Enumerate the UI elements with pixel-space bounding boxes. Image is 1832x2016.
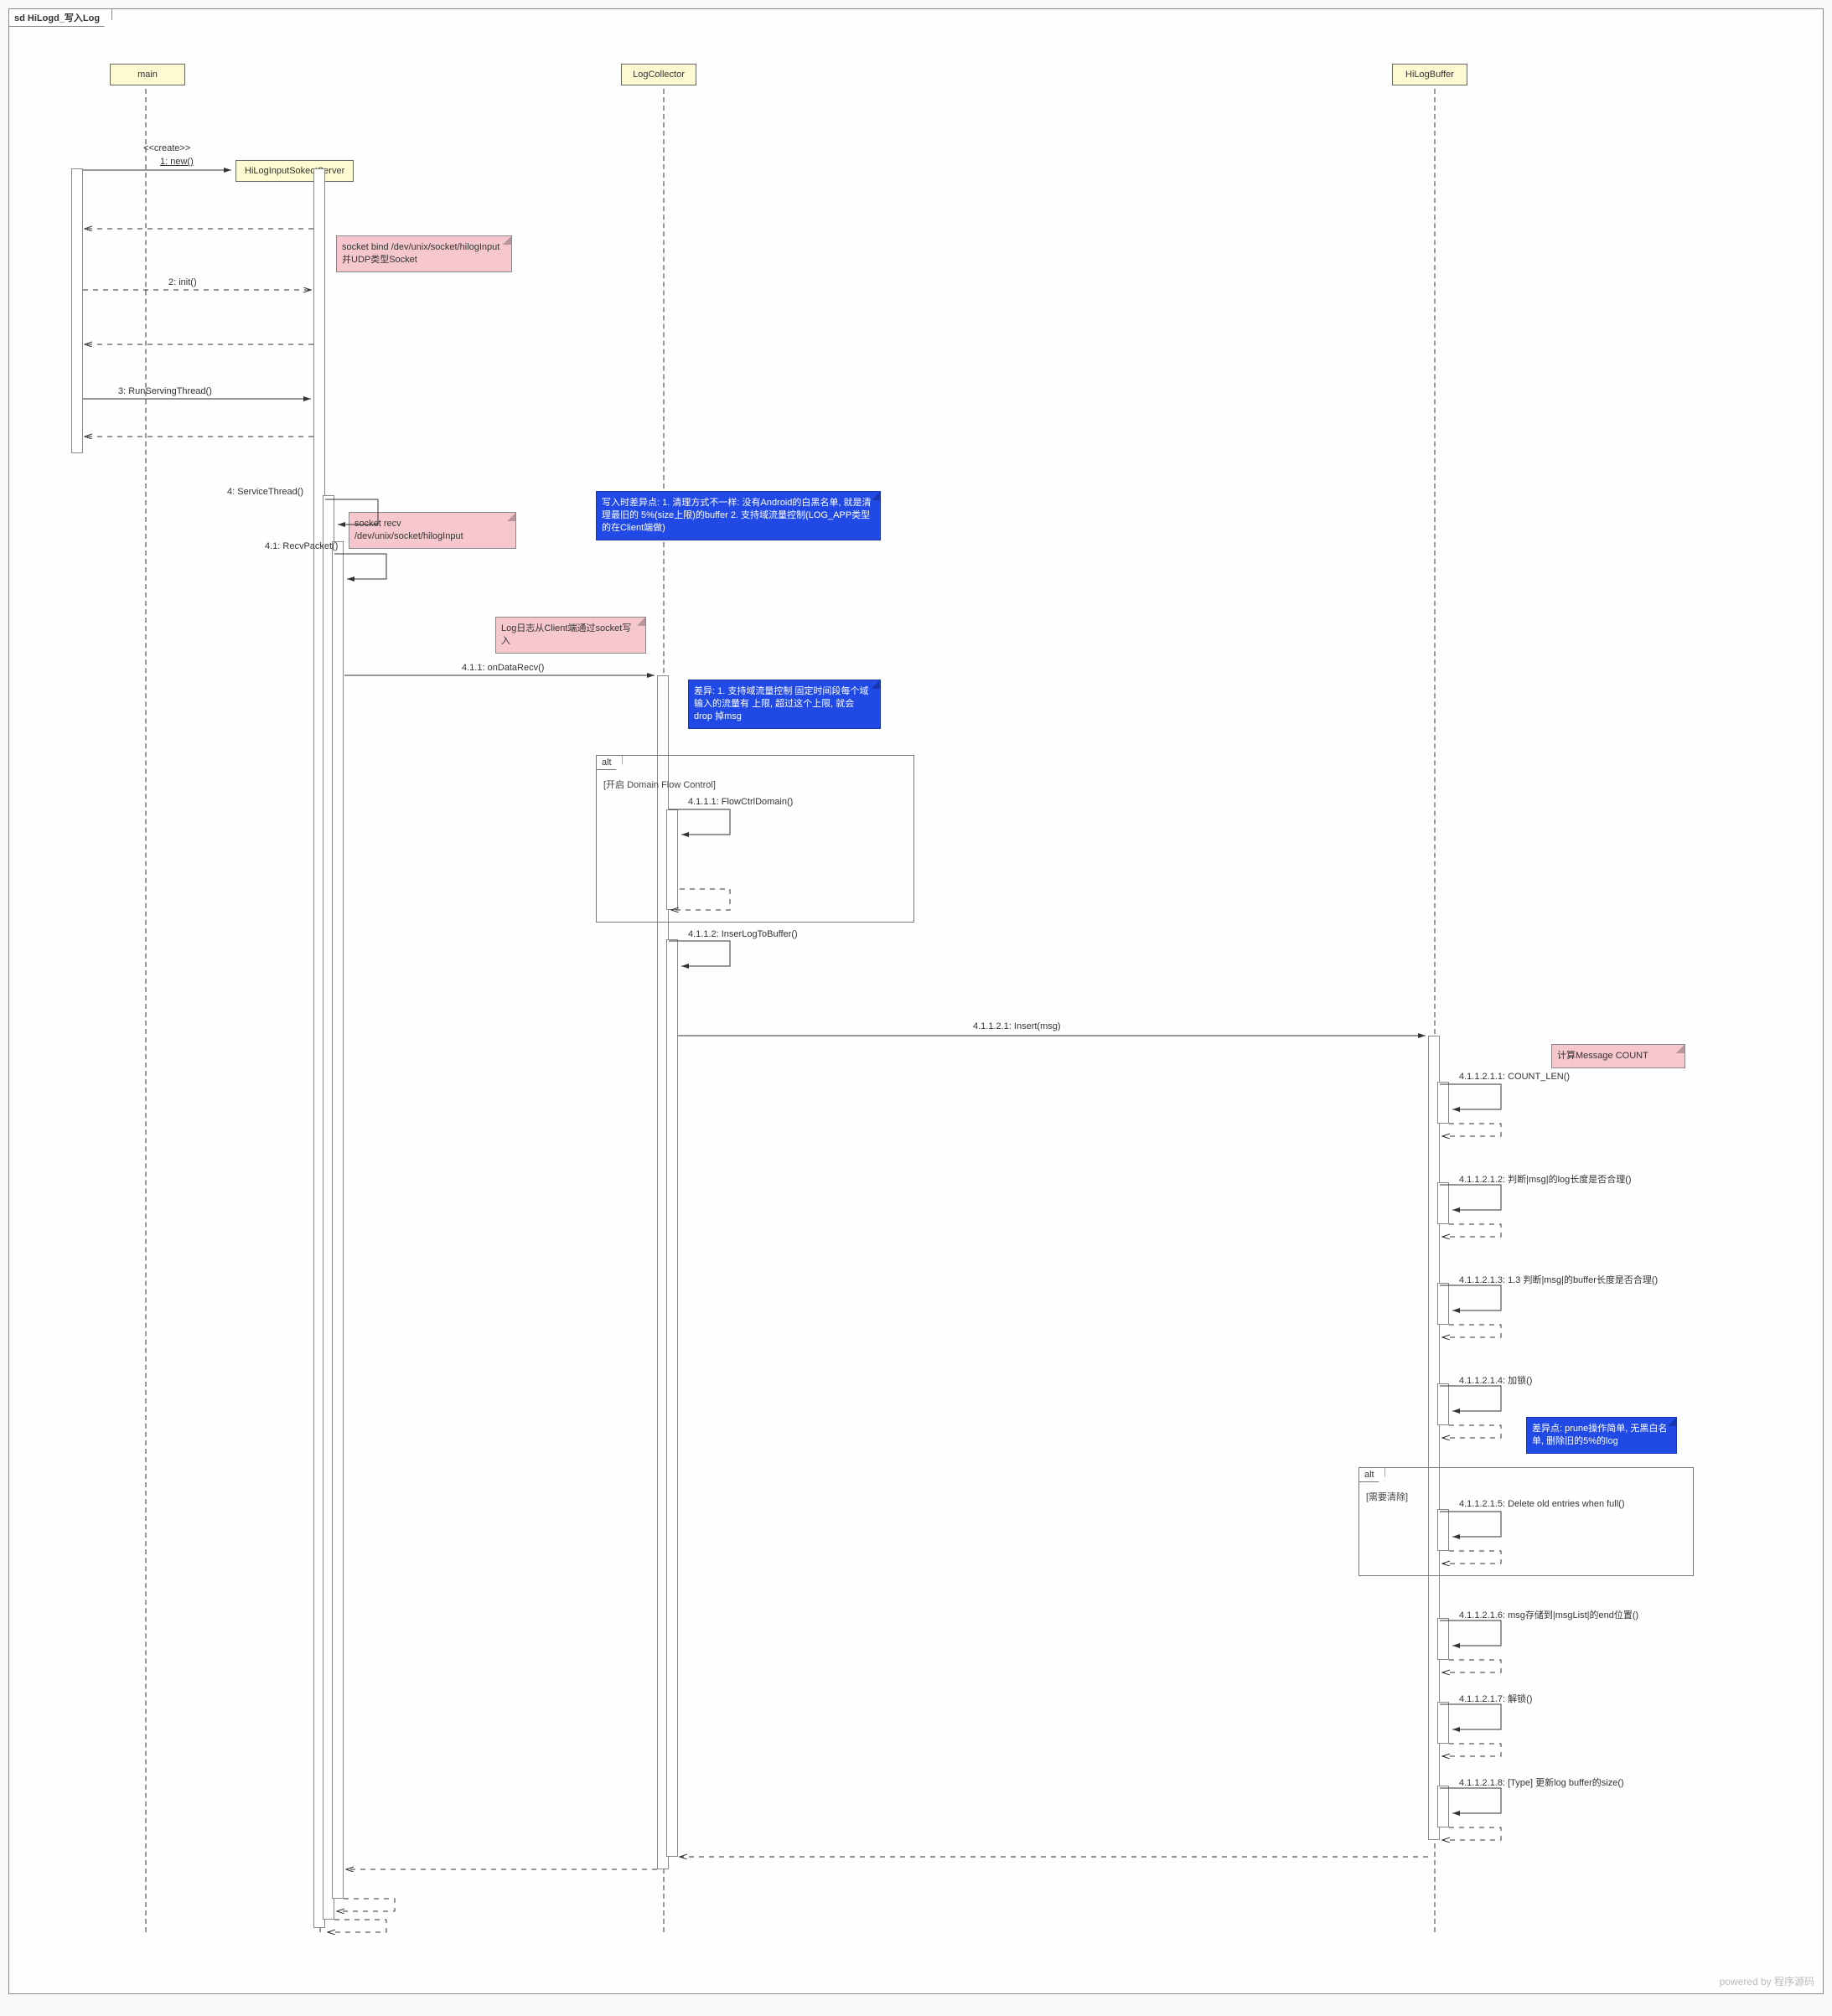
msg-lock: 4.1.1.2.1.4: 加锁() xyxy=(1459,1373,1532,1387)
note-diff: 写入时差异点: 1. 清理方式不一样: 没有Android的白黑名单, 就是清理… xyxy=(596,491,881,540)
msg-ondatarecv: 4.1.1: onDataRecv() xyxy=(462,663,544,673)
lifeline-collector: LogCollector xyxy=(621,64,696,85)
msg-unlock: 4.1.1.2.1.7: 解锁() xyxy=(1459,1692,1532,1705)
lifeline-main: main xyxy=(110,64,185,85)
note-client-write: Log日志从Client端通过socket写入 xyxy=(495,617,646,654)
activation-buffer-c4 xyxy=(1437,1383,1449,1425)
activation-buffer-c7 xyxy=(1437,1702,1449,1744)
alt-guard: [开启 Domain Flow Control] xyxy=(603,778,716,791)
msg-create-stereotype: <<create>> xyxy=(143,143,190,153)
note-domain: 差异: 1. 支持域流量控制 固定时间段每个域输入的流量有 上限, 超过这个上限… xyxy=(688,680,881,729)
msg-inserlog: 4.1.1.2: InserLogToBuffer() xyxy=(688,929,798,939)
msg-recvpacket: 4.1: RecvPacket() xyxy=(265,541,338,551)
lifeline-server: HiLogInputSokectServer xyxy=(235,160,354,182)
activation-buffer-c1 xyxy=(1437,1082,1449,1124)
frame-name: HiLogd_写入Log xyxy=(28,13,100,23)
note-count: 计算Message COUNT xyxy=(1551,1044,1685,1068)
msg-delete: 4.1.1.2.1.5: Delete old entries when ful… xyxy=(1459,1499,1625,1509)
alt-guard-2: [需要清除] xyxy=(1366,1490,1408,1503)
lifeline-line-main xyxy=(145,89,147,1932)
alt-label-2: alt xyxy=(1359,1468,1385,1482)
msg-init: 2: init() xyxy=(168,277,197,287)
msg-servicethread: 4: ServiceThread() xyxy=(227,487,303,497)
lifeline-buffer: HiLogBuffer xyxy=(1392,64,1467,85)
msg-checklog: 4.1.1.2.1.2: 判断|msg|的log长度是否合理() xyxy=(1459,1172,1632,1186)
msg-flowctrldomain: 4.1.1.1: FlowCtrlDomain() xyxy=(688,797,793,807)
activation-buffer-c2 xyxy=(1437,1182,1449,1224)
activation-buffer-c3 xyxy=(1437,1283,1449,1325)
alt-label: alt xyxy=(597,756,623,770)
frame-title: sd HiLogd_写入Log xyxy=(9,9,112,27)
msg-checkbuf: 4.1.1.2.1.3: 1.3 判断|msg|的buffer长度是否合理() xyxy=(1459,1273,1658,1286)
activation-collector-3 xyxy=(666,939,678,1857)
alt-domain-flow: alt [开启 Domain Flow Control] xyxy=(596,755,914,923)
watermark: powered by 程序源码 xyxy=(1720,1974,1814,1988)
msg-store: 4.1.1.2.1.6: msg存储到|msgList|的end位置() xyxy=(1459,1608,1638,1621)
activation-buffer-c8 xyxy=(1437,1786,1449,1827)
note-socket-recv: socket recv /dev/unix/socket/hilogInput xyxy=(349,512,516,549)
sequence-frame: sd HiLogd_写入Log main HiLogInputSokectSer… xyxy=(8,8,1824,1994)
arrows-layer xyxy=(9,9,1824,1995)
note-prune: 差异点: prune操作简单, 无黑白名 单, 删除旧的5%的log xyxy=(1526,1417,1677,1454)
msg-updatesize: 4.1.1.2.1.8: [Type] 更新log buffer的size() xyxy=(1459,1776,1624,1789)
msg-runservingthread: 3: RunServingThread() xyxy=(118,386,212,396)
alt-prune: alt [需要清除] xyxy=(1358,1467,1694,1576)
activation-main xyxy=(71,168,83,453)
msg-insert: 4.1.1.2.1: Insert(msg) xyxy=(973,1021,1061,1031)
note-socket-bind: socket bind /dev/unix/socket/hilogInput … xyxy=(336,235,512,272)
msg-countlen: 4.1.1.2.1.1: COUNT_LEN() xyxy=(1459,1072,1570,1082)
activation-buffer-c6 xyxy=(1437,1618,1449,1660)
msg-new: 1: new() xyxy=(160,157,194,167)
frame-prefix: sd xyxy=(14,13,25,23)
activation-server-3 xyxy=(332,541,344,1899)
